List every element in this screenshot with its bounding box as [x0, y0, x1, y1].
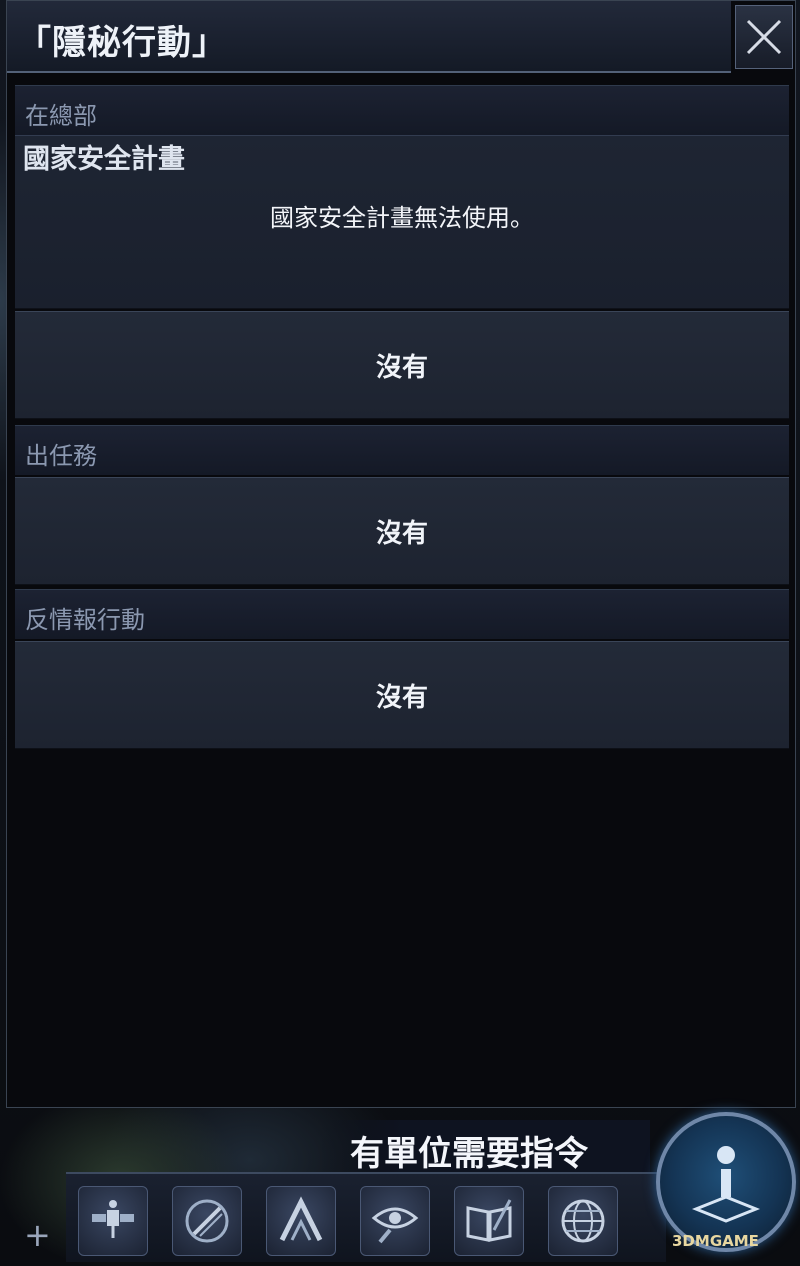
globe-icon [561, 1199, 605, 1243]
bottom-hud: 有單位需要指令 + 3DMGAME [0, 1108, 800, 1266]
world-tool-button[interactable] [548, 1186, 618, 1256]
expand-button[interactable]: + [24, 1216, 51, 1254]
military-tool-button[interactable] [172, 1186, 242, 1256]
book-quill-icon [466, 1199, 512, 1242]
section-header-missions: 出任務 [15, 425, 789, 475]
section-title-counterintel: 反情報行動 [25, 606, 145, 634]
close-icon [746, 19, 782, 55]
covert-ops-panel: 「隱秘行動」 在總部 國家安全計畫無法使用。 國家安全計畫 沒有 出任務 沒有 … [6, 0, 796, 1108]
units-need-orders-text: 有單位需要指令 [350, 1134, 588, 1174]
chevron-up-icon [279, 1196, 323, 1242]
section-header-counterintel: 反情報行動 [15, 589, 789, 639]
section-title-missions: 出任務 [25, 442, 97, 470]
next-unit-button[interactable] [656, 1112, 796, 1252]
unit-marker-icon [691, 1146, 761, 1223]
eye-search-icon [371, 1207, 419, 1244]
hq-program-message: 國家安全計畫無法使用。 [270, 204, 534, 232]
rank-tool-button[interactable] [266, 1186, 336, 1256]
covert-ops-tool-button[interactable] [360, 1186, 430, 1256]
section-header-headquarters: 在總部 [15, 85, 789, 135]
satellite-tool-button[interactable] [78, 1186, 148, 1256]
bottom-toolbar [66, 1172, 666, 1262]
policy-tool-button[interactable] [454, 1186, 524, 1256]
crossed-swords-icon [185, 1199, 229, 1243]
missions-action-button[interactable]: 沒有 [15, 477, 789, 585]
satellite-icon [92, 1200, 134, 1238]
close-button[interactable] [735, 5, 793, 69]
panel-title: 「隱秘行動」 [17, 23, 227, 63]
counterintel-action-button[interactable]: 沒有 [15, 641, 789, 749]
watermark-text: 3DMGAME [672, 1232, 759, 1250]
title-bar: 「隱秘行動」 [7, 1, 731, 73]
hq-program-title: 國家安全計畫 [23, 144, 185, 175]
section-title-headquarters: 在總部 [25, 102, 97, 130]
hq-action-button[interactable]: 沒有 [15, 311, 789, 419]
